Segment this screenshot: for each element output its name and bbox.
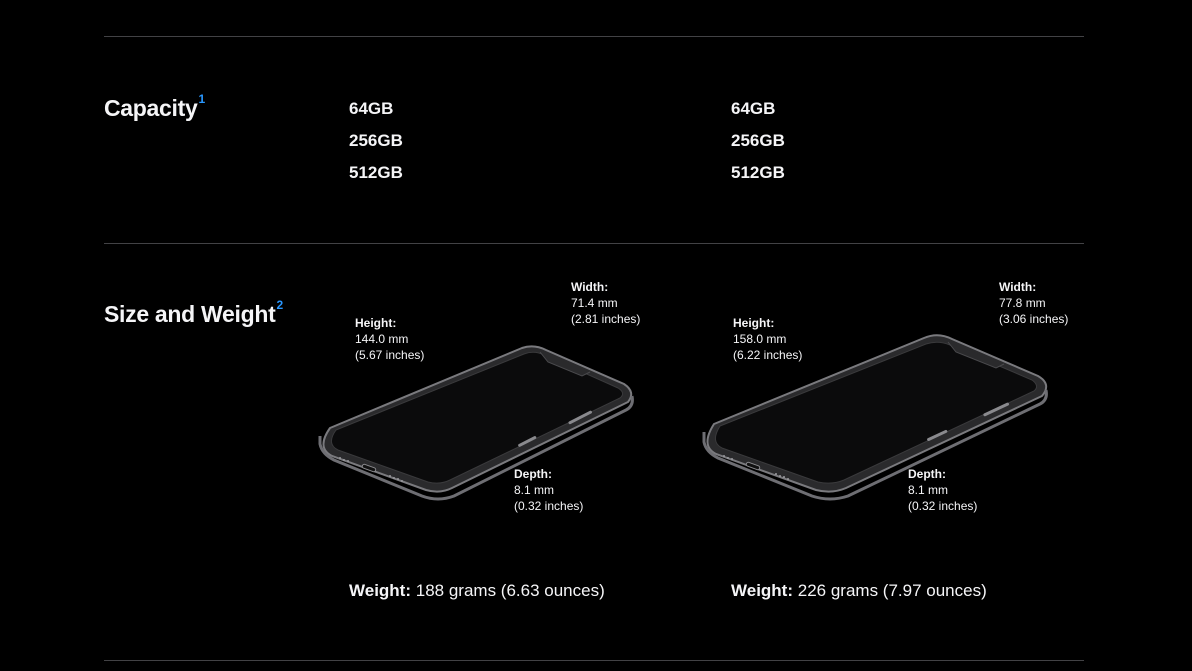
depth-dimension-model-2: Depth: 8.1 mm (0.32 inches) xyxy=(908,466,977,514)
height-dimension-model-1: Height: 144.0 mm (5.67 inches) xyxy=(355,315,424,363)
width-dimension-model-2: Width: 77.8 mm (3.06 inches) xyxy=(999,279,1068,327)
weight-label: Weight: xyxy=(731,581,794,600)
weight-model-1: Weight: 188 grams (6.63 ounces) xyxy=(349,581,605,601)
depth-dimension-model-1: Depth: 8.1 mm (0.32 inches) xyxy=(514,466,583,514)
capacity-heading: Capacity1 xyxy=(104,92,205,122)
capacity-option: 512GB xyxy=(349,163,403,182)
width-inches: (2.81 inches) xyxy=(571,312,641,326)
height-label: Height: xyxy=(733,316,775,330)
depth-mm: 8.1 mm xyxy=(908,483,949,497)
capacity-option: 64GB xyxy=(349,99,394,118)
capacity-list-model-1: 64GB 256GB 512GB xyxy=(349,99,403,195)
width-mm: 77.8 mm xyxy=(999,296,1046,310)
width-inches: (3.06 inches) xyxy=(999,312,1069,326)
capacity-option: 64GB xyxy=(731,99,776,118)
height-mm: 144.0 mm xyxy=(355,332,409,346)
size-weight-title: Size and Weight xyxy=(104,301,276,327)
divider-middle xyxy=(104,243,1084,244)
divider-bottom xyxy=(104,660,1084,661)
depth-mm: 8.1 mm xyxy=(514,483,555,497)
size-weight-heading: Size and Weight2 xyxy=(104,298,283,328)
weight-value: 226 grams (7.97 ounces) xyxy=(797,581,987,600)
phone-illustration-icon xyxy=(318,345,634,501)
size-weight-footnote-link[interactable]: 2 xyxy=(276,298,283,312)
capacity-option: 256GB xyxy=(349,131,403,150)
capacity-title: Capacity xyxy=(104,95,198,121)
depth-label: Depth: xyxy=(514,467,552,481)
height-label: Height: xyxy=(355,316,397,330)
width-mm: 71.4 mm xyxy=(571,296,618,310)
width-label: Width: xyxy=(999,280,1037,294)
height-inches: (5.67 inches) xyxy=(355,348,425,362)
weight-model-2: Weight: 226 grams (7.97 ounces) xyxy=(731,581,987,601)
weight-label: Weight: xyxy=(349,581,412,600)
capacity-footnote-link[interactable]: 1 xyxy=(198,92,205,106)
width-label: Width: xyxy=(571,280,609,294)
weight-value: 188 grams (6.63 ounces) xyxy=(415,581,605,600)
width-dimension-model-1: Width: 71.4 mm (2.81 inches) xyxy=(571,279,640,327)
capacity-option: 256GB xyxy=(731,131,785,150)
depth-inches: (0.32 inches) xyxy=(514,499,584,513)
height-inches: (6.22 inches) xyxy=(733,348,803,362)
depth-label: Depth: xyxy=(908,467,946,481)
divider-top xyxy=(104,36,1084,37)
height-mm: 158.0 mm xyxy=(733,332,787,346)
depth-inches: (0.32 inches) xyxy=(908,499,978,513)
capacity-option: 512GB xyxy=(731,163,785,182)
capacity-list-model-2: 64GB 256GB 512GB xyxy=(731,99,785,195)
height-dimension-model-2: Height: 158.0 mm (6.22 inches) xyxy=(733,315,802,363)
